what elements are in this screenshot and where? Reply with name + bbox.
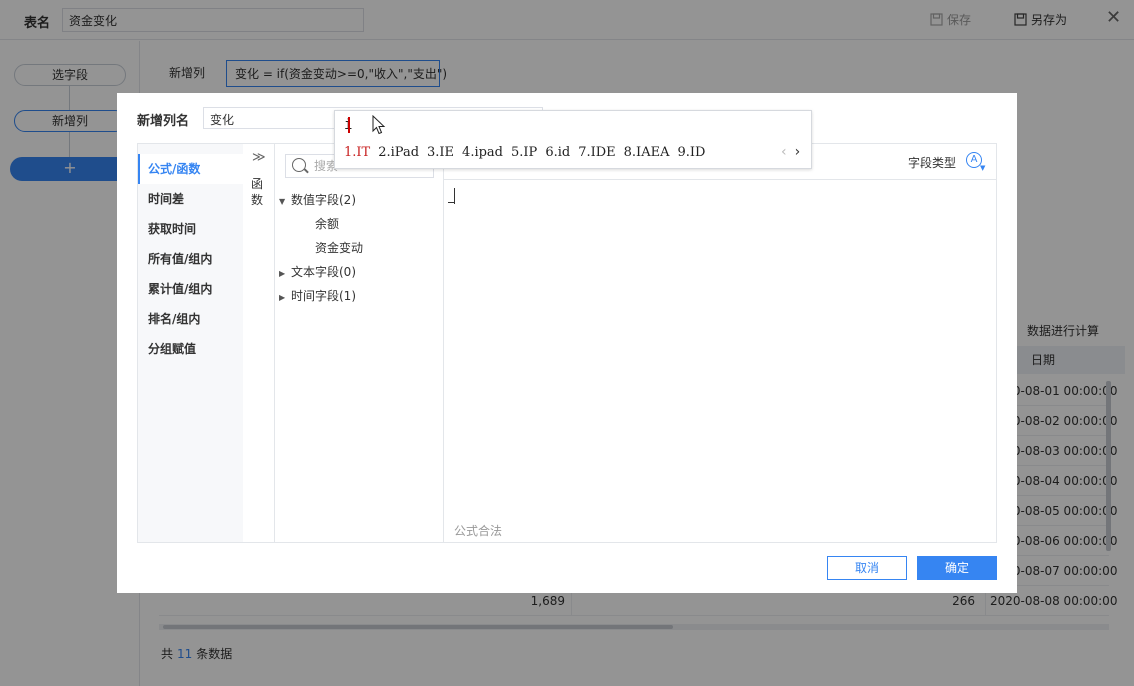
ime-candidate[interactable]: 5.IP bbox=[511, 145, 537, 160]
field-panel: ▼ 数值字段(2) 余额 资金变动 ▶ 文本字段(0) ▶ 时间字段(1) bbox=[275, 144, 444, 542]
caret-down-icon: ▼ bbox=[980, 164, 986, 172]
function-panel-toggle[interactable]: ≫ 函数 bbox=[243, 144, 275, 542]
validation-status: 公式合法 bbox=[454, 524, 503, 538]
function-category-list: 公式/函数 时间差 获取时间 所有值/组内 累计值/组内 排名/组内 分组赋值 bbox=[138, 144, 243, 542]
function-toggle-label: 函数 bbox=[251, 177, 264, 207]
tree-node-text[interactable]: ▶ 文本字段(0) bbox=[279, 263, 356, 280]
chevron-right-icon[interactable]: › bbox=[795, 144, 801, 160]
ime-candidate[interactable]: 2.iPad bbox=[378, 145, 419, 160]
mouse-pointer-icon bbox=[372, 115, 386, 135]
ime-cursor bbox=[348, 117, 350, 133]
category-get-time[interactable]: 获取时间 bbox=[138, 214, 243, 244]
ime-candidate[interactable]: 4.ipad bbox=[462, 145, 503, 160]
tree-node-numeric[interactable]: ▼ 数值字段(2) bbox=[279, 191, 356, 208]
text-cursor-underline bbox=[448, 202, 455, 203]
ime-candidate-list: 1.IT 2.iPad 3.IE 4.ipad 5.IP 6.id 7.IDE 8.IAEA 9… bbox=[344, 145, 713, 160]
search-icon bbox=[292, 158, 306, 172]
caret-down-icon: ▼ bbox=[279, 197, 286, 206]
category-formula-function[interactable]: 公式/函数 bbox=[138, 154, 243, 184]
column-name-label: 新增列名 bbox=[137, 114, 190, 129]
ime-page-nav: ‹ › bbox=[781, 144, 800, 160]
field-fund-change[interactable]: 资金变动 bbox=[315, 239, 363, 256]
ime-candidate[interactable]: 1.IT bbox=[344, 145, 370, 160]
ime-candidate[interactable]: 3.IE bbox=[427, 145, 454, 160]
tree-node-label: 时间字段(1) bbox=[291, 289, 356, 303]
ime-candidate[interactable]: 8.IAEA bbox=[624, 145, 670, 160]
ime-candidate-popup: i 1.IT2.iPad3.IE4.ipad5.IP6.id7.IDE8.IAE… bbox=[334, 110, 812, 169]
ime-candidate[interactable]: 9.ID bbox=[677, 145, 705, 160]
caret-right-icon: ▶ bbox=[279, 269, 286, 278]
field-balance[interactable]: 余额 bbox=[315, 215, 339, 232]
caret-right-icon: ▶ bbox=[279, 293, 286, 302]
chevron-left-icon[interactable]: ‹ bbox=[781, 144, 787, 160]
tree-node-label: 文本字段(0) bbox=[291, 265, 356, 279]
field-type-label: 字段类型 bbox=[908, 156, 957, 170]
formula-editor[interactable]: + − * / ( ) 字段类型 A ▼ 公式合法 bbox=[444, 144, 996, 542]
tree-node-label: 数值字段(2) bbox=[291, 193, 356, 207]
category-cumulative[interactable]: 累计值/组内 bbox=[138, 274, 243, 304]
formula-editor-body: 公式/函数 时间差 获取时间 所有值/组内 累计值/组内 排名/组内 分组赋值 … bbox=[137, 143, 997, 543]
category-group-assign[interactable]: 分组赋值 bbox=[138, 334, 243, 364]
cancel-button[interactable]: 取消 bbox=[827, 556, 907, 580]
category-rank[interactable]: 排名/组内 bbox=[138, 304, 243, 334]
confirm-button[interactable]: 确定 bbox=[917, 556, 997, 580]
double-chevron-right-icon: ≫ bbox=[252, 150, 266, 165]
ime-candidate[interactable]: 7.IDE bbox=[578, 145, 615, 160]
category-time-diff[interactable]: 时间差 bbox=[138, 184, 243, 214]
category-all-values[interactable]: 所有值/组内 bbox=[138, 244, 243, 274]
ime-candidate[interactable]: 6.id bbox=[545, 145, 570, 160]
tree-node-time[interactable]: ▶ 时间字段(1) bbox=[279, 287, 356, 304]
